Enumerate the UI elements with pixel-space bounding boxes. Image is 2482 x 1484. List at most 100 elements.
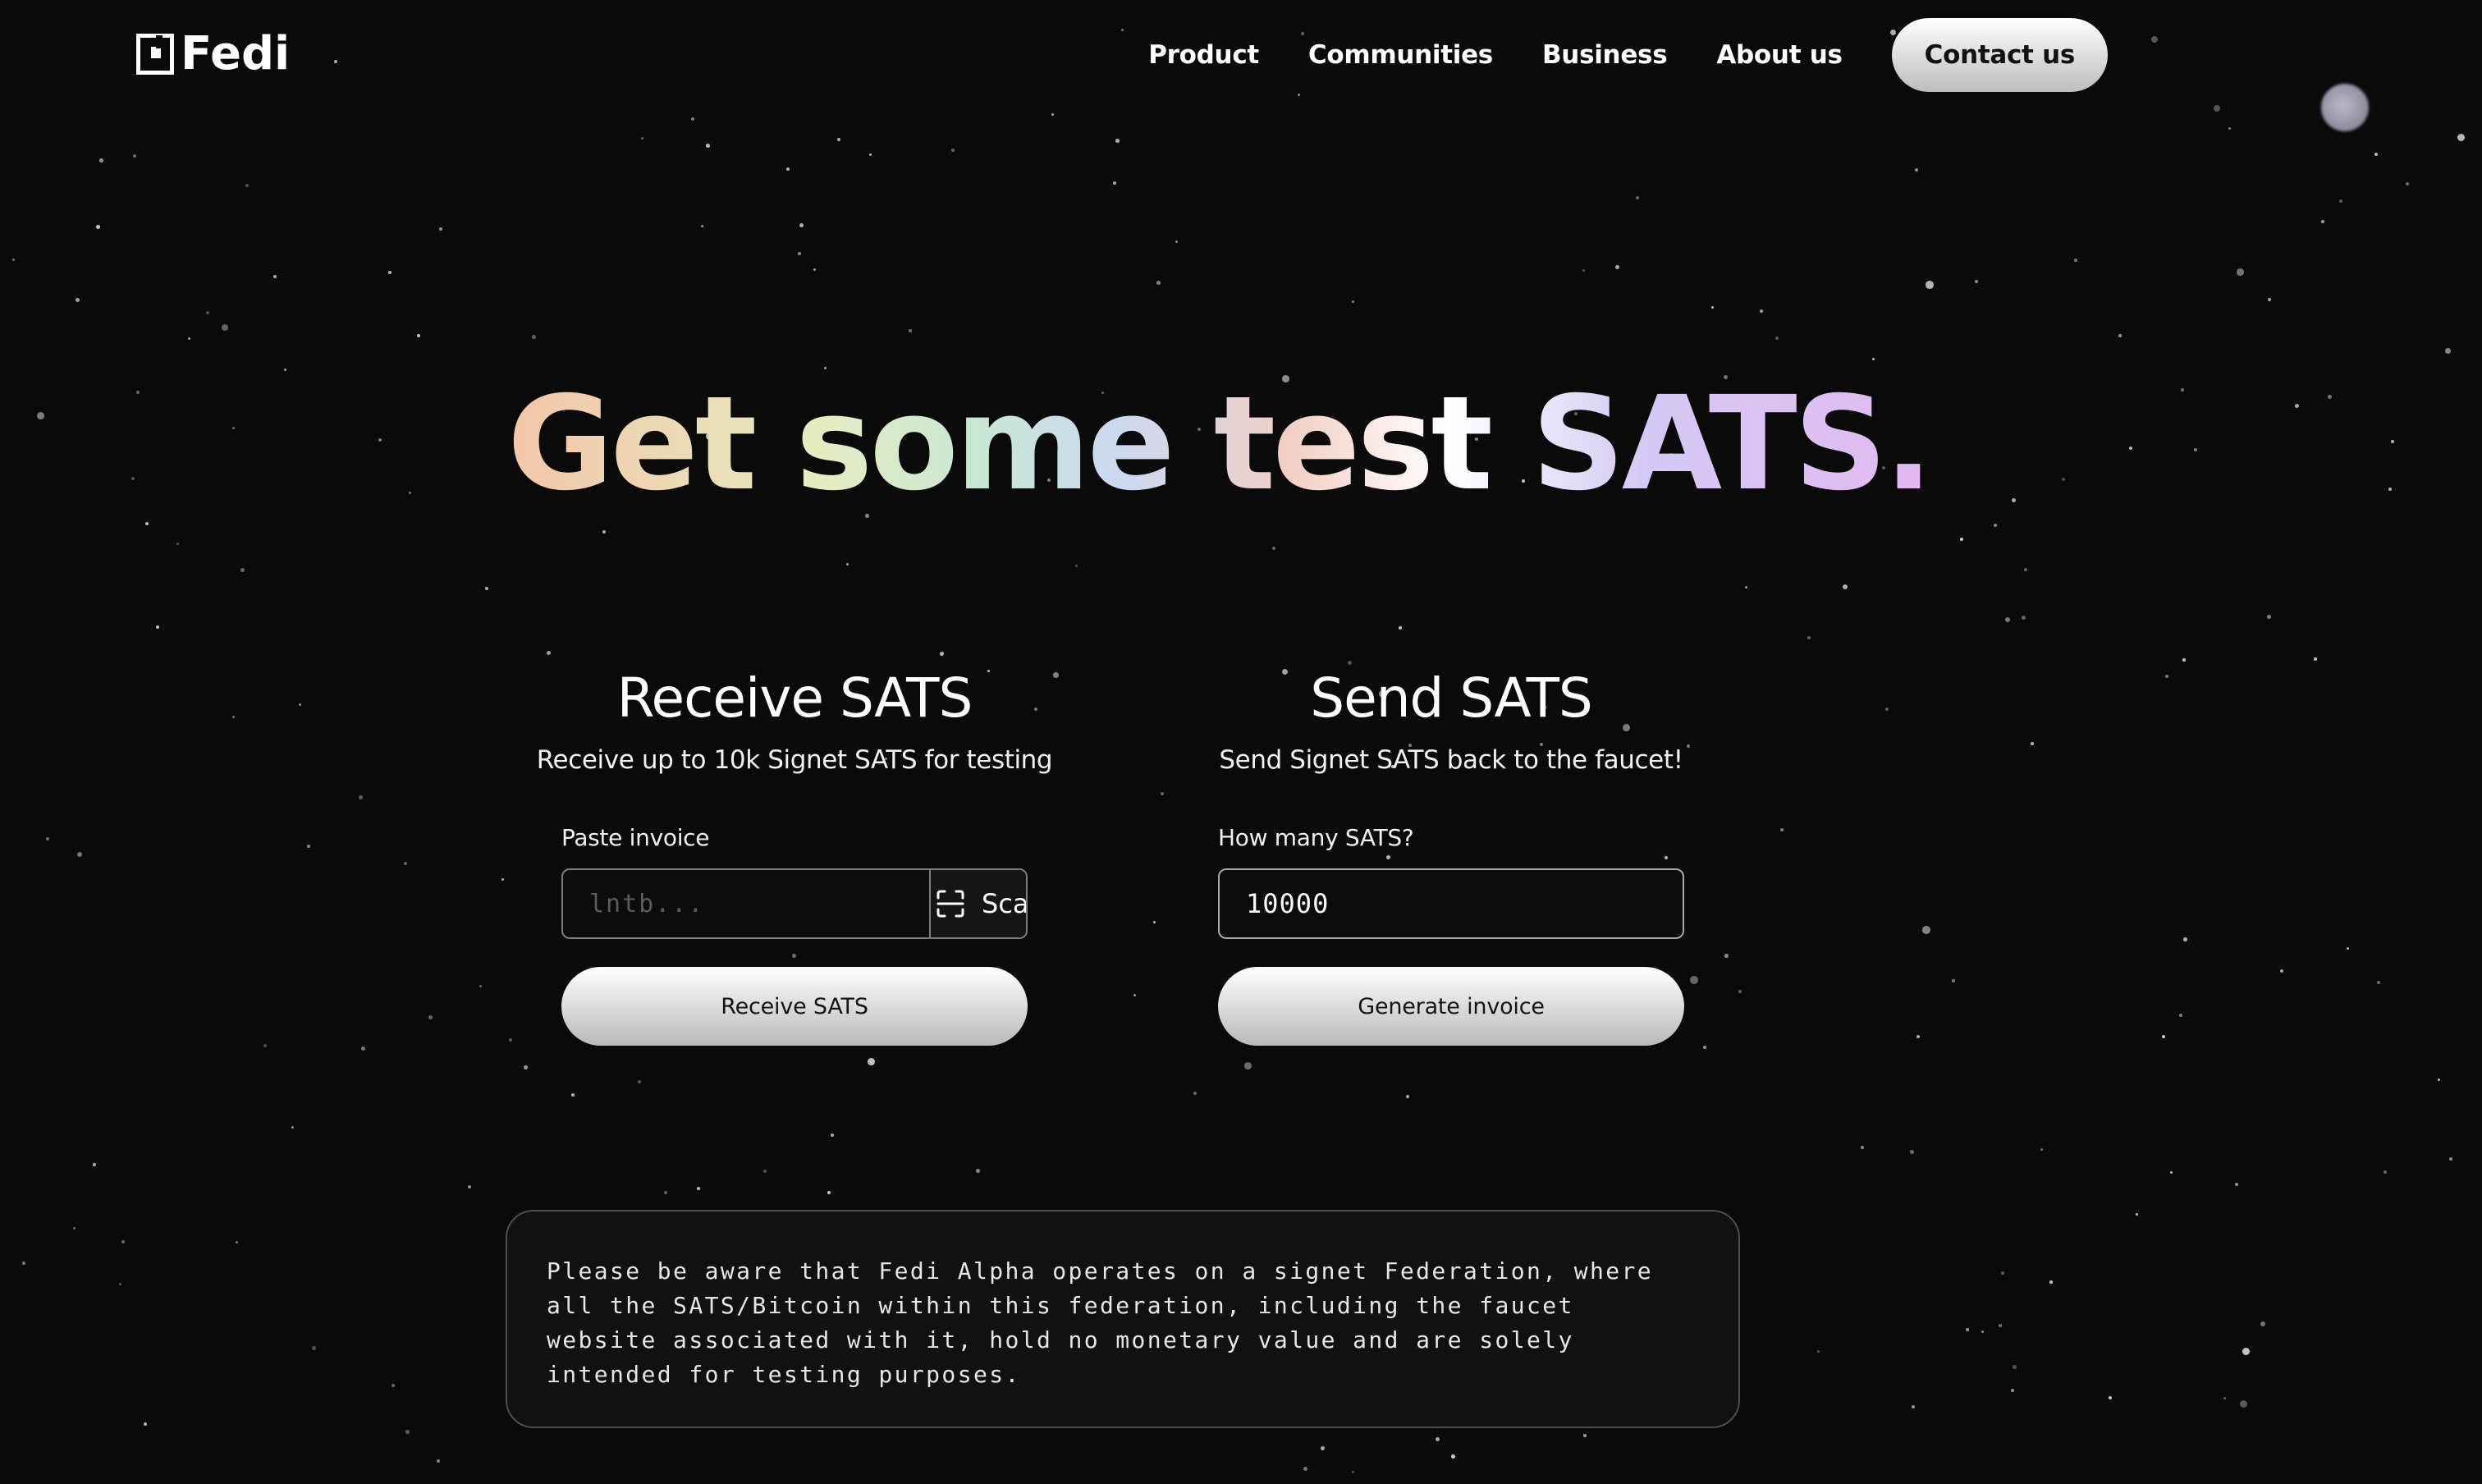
paste-invoice-label: Paste invoice bbox=[561, 824, 710, 851]
star bbox=[188, 337, 191, 341]
star bbox=[22, 1262, 26, 1266]
star bbox=[2040, 1148, 2044, 1152]
nav-link-communities[interactable]: Communities bbox=[1308, 40, 1493, 70]
star bbox=[1966, 1328, 1970, 1332]
generate-invoice-button[interactable]: Generate invoice bbox=[1218, 967, 1684, 1046]
scan-button[interactable]: Scan bbox=[929, 870, 1028, 937]
star bbox=[2013, 1365, 2017, 1369]
nav-link-product[interactable]: Product bbox=[1148, 40, 1259, 70]
star bbox=[2339, 199, 2342, 203]
star bbox=[1406, 1095, 1410, 1099]
star bbox=[439, 227, 442, 231]
star bbox=[2183, 937, 2187, 941]
star bbox=[813, 268, 817, 272]
sats-amount-input[interactable] bbox=[1218, 868, 1684, 939]
fedi-logo[interactable]: Fedi bbox=[136, 31, 290, 77]
star bbox=[1912, 1405, 1916, 1409]
star bbox=[2181, 388, 2184, 392]
star bbox=[1348, 661, 1352, 665]
receive-sats-button[interactable]: Receive SATS bbox=[561, 967, 1028, 1046]
star bbox=[2449, 1157, 2452, 1161]
star bbox=[799, 223, 804, 227]
star bbox=[76, 298, 80, 302]
star bbox=[1724, 954, 1729, 958]
star bbox=[2214, 105, 2221, 112]
nav-link-business[interactable]: Business bbox=[1542, 40, 1668, 70]
star bbox=[1780, 828, 1784, 831]
star bbox=[1994, 524, 1998, 528]
star bbox=[846, 563, 849, 566]
star bbox=[2228, 127, 2232, 131]
star bbox=[291, 1126, 295, 1129]
star bbox=[798, 252, 801, 255]
star bbox=[951, 149, 955, 152]
star bbox=[1690, 976, 1698, 984]
star bbox=[1760, 309, 1763, 313]
star bbox=[2321, 220, 2324, 223]
star bbox=[1115, 139, 1120, 143]
nav-link-about-us[interactable]: About us bbox=[1716, 40, 1843, 70]
star bbox=[284, 369, 286, 371]
star bbox=[1582, 269, 1586, 273]
star bbox=[46, 837, 49, 840]
star bbox=[909, 329, 912, 332]
star bbox=[73, 1227, 76, 1230]
star bbox=[1615, 265, 1619, 269]
receive-title: Receive SATS bbox=[616, 666, 973, 730]
star bbox=[405, 1430, 410, 1434]
star bbox=[299, 703, 302, 707]
star bbox=[602, 530, 606, 534]
star bbox=[524, 1065, 528, 1069]
star bbox=[136, 391, 140, 395]
star bbox=[2049, 1280, 2053, 1284]
star bbox=[1975, 280, 1978, 283]
star bbox=[1861, 1146, 1865, 1150]
star bbox=[664, 1191, 668, 1195]
star bbox=[388, 271, 392, 274]
page-title: Get some test SATS. bbox=[507, 369, 1933, 520]
star bbox=[176, 543, 180, 546]
star bbox=[697, 1187, 700, 1190]
star bbox=[2129, 447, 2133, 451]
contact-us-button[interactable]: Contact us bbox=[1891, 18, 2108, 92]
star bbox=[359, 795, 363, 799]
star bbox=[2280, 969, 2284, 973]
star bbox=[869, 153, 872, 157]
star bbox=[1738, 990, 1742, 993]
star bbox=[2267, 615, 2271, 619]
star bbox=[1915, 168, 1919, 172]
star bbox=[1775, 337, 1779, 341]
star bbox=[206, 311, 209, 314]
star bbox=[1807, 636, 1811, 639]
star bbox=[1156, 281, 1161, 285]
star bbox=[1153, 921, 1156, 924]
star bbox=[509, 1038, 513, 1042]
star bbox=[2194, 448, 2198, 452]
star bbox=[409, 492, 412, 495]
star bbox=[245, 184, 249, 187]
star bbox=[1952, 979, 1955, 982]
star bbox=[273, 275, 277, 279]
star bbox=[2374, 153, 2379, 157]
star bbox=[532, 335, 536, 339]
star bbox=[547, 651, 551, 655]
star bbox=[837, 138, 840, 141]
star bbox=[2445, 348, 2451, 354]
star bbox=[131, 477, 135, 481]
star bbox=[1636, 196, 1640, 200]
star bbox=[1665, 856, 1668, 859]
star bbox=[1303, 1467, 1307, 1471]
star bbox=[2005, 617, 2011, 623]
star bbox=[2012, 498, 2016, 502]
star bbox=[2109, 1396, 2113, 1400]
star bbox=[2062, 478, 2066, 482]
star bbox=[2162, 1035, 2165, 1038]
scan-button-label: Scan bbox=[982, 888, 1028, 919]
star bbox=[144, 1422, 148, 1427]
star bbox=[1193, 1092, 1197, 1096]
sats-amount-label: How many SATS? bbox=[1218, 824, 1414, 851]
star bbox=[2388, 488, 2393, 492]
invoice-input[interactable] bbox=[563, 870, 929, 937]
star bbox=[831, 1134, 835, 1138]
star bbox=[2136, 1213, 2139, 1216]
